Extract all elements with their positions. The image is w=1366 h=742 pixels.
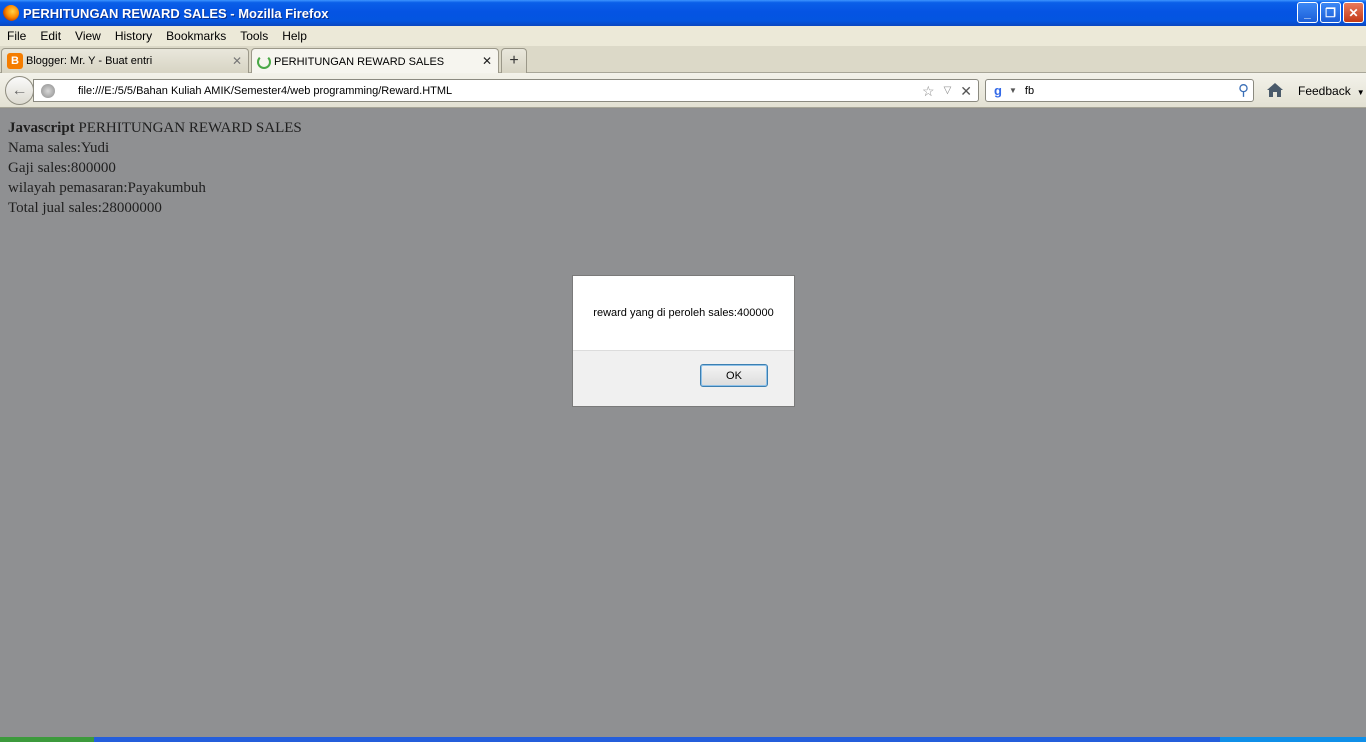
new-tab-button[interactable]: + — [501, 48, 527, 73]
start-button[interactable] — [0, 737, 94, 742]
feedback-button[interactable]: Feedback ▼ — [1298, 84, 1365, 98]
url-bar-icons: ☆ ▽ ✕ — [922, 83, 972, 100]
window-titlebar[interactable]: PERHITUNGAN REWARD SALES - Mozilla Firef… — [0, 0, 1366, 26]
system-tray — [1220, 737, 1366, 742]
search-input[interactable]: fb — [1025, 85, 1034, 97]
taskbar — [0, 737, 1366, 742]
firefox-icon — [3, 5, 19, 21]
globe-icon — [41, 83, 55, 98]
url-bar[interactable]: file:///E:/5/5/Bahan Kuliah AMIK/Semeste… — [33, 79, 979, 102]
menu-history[interactable]: History — [108, 29, 159, 43]
google-icon: g — [994, 82, 1002, 98]
blogger-icon: B — [7, 53, 23, 69]
back-button[interactable]: ← — [5, 76, 34, 105]
stop-icon[interactable]: ✕ — [960, 83, 972, 100]
menu-edit[interactable]: Edit — [33, 29, 68, 43]
page-heading: Javascript PERHITUNGAN REWARD SALES — [8, 118, 1358, 138]
close-window-button[interactable]: ✕ — [1343, 2, 1364, 23]
sales-salary-line: Gaji sales:800000 — [8, 160, 116, 176]
tab-strip: B Blogger: Mr. Y - Buat entri ✕ PERHITUN… — [0, 46, 1366, 74]
ok-button[interactable]: OK — [700, 364, 768, 387]
tab-label: Blogger: Mr. Y - Buat entri — [26, 55, 153, 67]
menu-file[interactable]: File — [0, 29, 33, 43]
sales-region-line: wilayah pemasaran:Payakumbuh — [8, 180, 206, 196]
window-controls: _ ❐ ✕ — [1297, 2, 1364, 23]
sales-total-line: Total jual sales:28000000 — [8, 200, 162, 216]
back-arrow-icon: ← — [11, 81, 28, 99]
restore-button[interactable]: ❐ — [1320, 2, 1341, 23]
tab-close-icon[interactable]: ✕ — [482, 54, 492, 68]
home-icon[interactable] — [1266, 81, 1284, 99]
minimize-button[interactable]: _ — [1297, 2, 1318, 23]
url-text[interactable]: file:///E:/5/5/Bahan Kuliah AMIK/Semeste… — [78, 85, 452, 97]
feedback-label: Feedback — [1298, 84, 1351, 98]
page-content: Javascript PERHITUNGAN REWARD SALES Nama… — [0, 109, 1366, 737]
loading-spinner-icon — [257, 54, 271, 69]
tab-blogger[interactable]: B Blogger: Mr. Y - Buat entri ✕ — [1, 48, 249, 73]
search-bar[interactable]: g ▼ fb ⚲ — [985, 79, 1254, 102]
chevron-down-icon: ▼ — [1356, 88, 1365, 97]
navigation-bar: file:///E:/5/5/Bahan Kuliah AMIK/Semeste… — [0, 73, 1366, 108]
tab-label: PERHITUNGAN REWARD SALES — [274, 55, 445, 68]
menu-help[interactable]: Help — [275, 29, 314, 43]
bookmark-star-icon[interactable]: ☆ — [922, 83, 935, 100]
menu-view[interactable]: View — [68, 29, 108, 43]
search-engine-dropdown-icon[interactable]: ▼ — [1009, 86, 1017, 95]
heading-bold: Javascript — [8, 120, 75, 136]
tab-reward-sales[interactable]: PERHITUNGAN REWARD SALES ✕ — [251, 48, 499, 74]
tab-close-icon[interactable]: ✕ — [232, 54, 242, 68]
window-title: PERHITUNGAN REWARD SALES - Mozilla Firef… — [23, 5, 329, 21]
menu-bar: File Edit View History Bookmarks Tools H… — [0, 26, 1366, 46]
menu-tools[interactable]: Tools — [233, 29, 275, 43]
search-icon[interactable]: ⚲ — [1238, 81, 1249, 99]
alert-message-area: reward yang di peroleh sales:400000 — [573, 276, 794, 351]
alert-dialog: reward yang di peroleh sales:400000 OK — [572, 275, 795, 407]
history-dropdown-icon[interactable]: ▽ — [944, 83, 952, 100]
sales-name-line: Nama sales:Yudi — [8, 140, 110, 156]
heading-rest: PERHITUNGAN REWARD SALES — [74, 120, 302, 136]
menu-bookmarks[interactable]: Bookmarks — [159, 29, 233, 43]
alert-message: reward yang di peroleh sales:400000 — [593, 307, 774, 319]
